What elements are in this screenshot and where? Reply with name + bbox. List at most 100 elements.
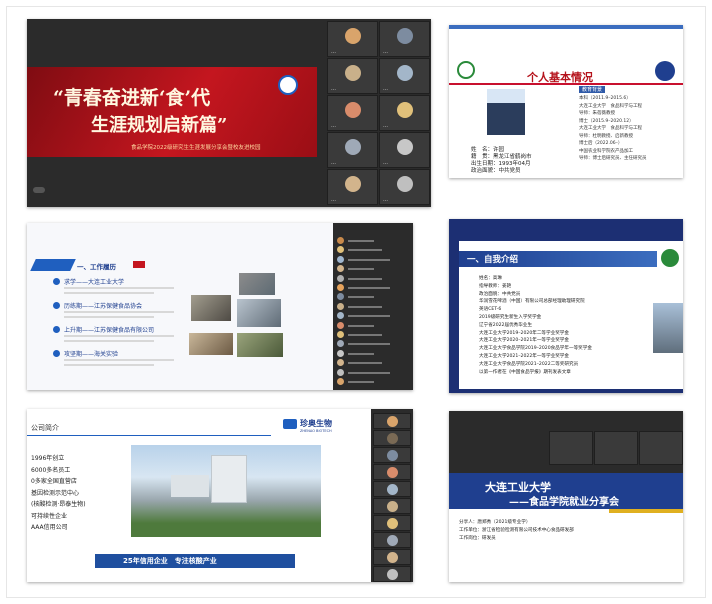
detail-line [64,359,174,361]
video-tile[interactable] [594,431,638,465]
name-placeholder [348,258,390,261]
avatar [387,416,398,427]
participant-row[interactable] [337,359,410,367]
avatar [337,293,344,301]
mic-icon[interactable] [33,187,45,193]
university-logo [278,75,298,95]
participant-row[interactable] [337,274,410,283]
avatar [337,331,344,338]
avatar [345,65,361,81]
screenshot-work-history: 一、工作履历 求学——大连工业大学 历练期——江苏保健食品协会 上升期——江苏保健食… [27,223,413,390]
slide-area: 一、工作履历 求学——大连工业大学 历练期——江苏保健食品协会 上升期——江苏保健食… [27,223,333,390]
section-title: 一、工作履历 [77,263,116,271]
avatar [397,28,413,44]
slide: 大连工业大学 ——食品学院就业分享会 分享人：唐郑秀（2021级专业学） 工作单位… [449,473,683,582]
participant-name: … [331,197,336,203]
intro-line: 大连工业大学2021–2022年一等学业奖学金 [479,353,569,359]
company-fact: 6000多名员工 [31,466,71,474]
avatar [337,255,344,263]
detail-line [64,340,154,342]
participant-tile[interactable]: … [327,132,378,168]
participant-tile[interactable] [373,464,411,480]
participant-row[interactable] [337,378,410,386]
participant-tile[interactable] [373,481,411,497]
participant-tile[interactable]: … [327,169,378,205]
participant-row[interactable] [337,237,410,245]
history-item-label: 历练期——江苏保健食品协会 [64,303,143,310]
screenshot-personal-info: 个人基本情况 姓 名：许园 籍 贯：黑龙江省鹤岗市 出生日期：1993年04月 … [449,25,683,178]
participant-row[interactable] [337,340,410,348]
speaker-info: 分享人：唐郑秀（2021级专业学） 工作单位：浙江省检验检测有限公司技术中心食品研… [459,519,679,543]
company-fact: 可持续性企业 [31,512,68,520]
avatar [345,28,361,44]
intro-line: 大连工业大学2019–2020年二等学业奖学金 [479,330,569,336]
participant-row[interactable] [337,312,410,320]
photo-1 [239,273,275,295]
avatar [397,139,413,155]
top-blue-bar [449,25,683,29]
participant-row[interactable] [337,284,410,292]
avatar [387,450,398,461]
participant-tile[interactable] [373,447,411,463]
history-item-label: 求学——大连工业大学 [64,279,125,286]
participant-tile[interactable] [373,515,411,531]
video-tile[interactable] [373,430,411,446]
brand-english: ZHENAO BIOTECH [300,429,332,433]
name-placeholder [348,343,390,346]
avatar [387,552,398,563]
intro-line: 政治面貌：中共党员 [479,291,521,297]
avatar [387,467,398,478]
field-hometown: 籍 贯：黑龙江省鹤岗市 [471,154,532,160]
participant-tile[interactable]: … [379,95,430,131]
participant-row[interactable] [337,246,410,254]
participant-row[interactable] [337,255,410,264]
education-line: 导师：朱蓓薇教授 [579,111,615,116]
education-line: 大连工业大学 食品科学与工程 [579,126,642,131]
participant-list [333,223,413,390]
brand-logo-icon [283,419,297,429]
participant-row[interactable] [337,293,410,301]
intro-line: 辽宁省2022届优秀毕业生 [479,322,533,328]
banner-subtitle: 生涯规划启新篇” [91,115,228,136]
video-tile[interactable] [639,431,683,465]
avatar [337,265,344,273]
bullet-icon [53,350,60,357]
name-placeholder [348,334,382,336]
participant-row[interactable] [337,368,410,377]
participant-row[interactable] [337,349,410,358]
building-photo [653,303,683,353]
slide: 公司简介 珍奥生物 ZHENAO BIOTECH 1996年创立 6000多名员工… [27,409,371,582]
participant-tile[interactable] [373,413,411,429]
name-placeholder [348,381,374,383]
participant-row[interactable] [337,331,410,339]
intro-line: 英语CET-6 [479,307,502,313]
name-placeholder [348,268,374,271]
participant-tile[interactable]: … [379,132,430,168]
yellow-stripe [609,509,683,513]
company-fact: (核酸检测·昂泰生物) [31,501,86,508]
detail-line [64,287,174,289]
avatar [345,176,361,192]
participant-tile[interactable]: … [327,21,378,57]
avatar [337,312,344,320]
participant-tile[interactable]: … [327,95,378,131]
participant-row[interactable] [337,302,410,311]
brand-name: 珍奥生物 [300,419,332,428]
participant-tile[interactable]: … [327,58,378,94]
participant-tile[interactable]: … [379,169,430,205]
participant-row[interactable] [337,265,410,273]
participant-tile[interactable] [373,532,411,548]
participant-tile[interactable] [373,498,411,514]
video-tile[interactable] [549,431,593,465]
avatar [387,433,398,444]
name-placeholder [348,305,382,308]
participant-tile[interactable] [373,566,411,582]
avatar [345,139,361,155]
bullet-icon [53,326,60,333]
participant-tile[interactable]: … [379,21,430,57]
avatar [337,349,344,357]
participant-tile[interactable] [373,549,411,565]
participant-tile[interactable]: … [379,58,430,94]
participant-row[interactable] [337,321,410,330]
education-line: 博士后（2022.06–） [579,141,623,146]
